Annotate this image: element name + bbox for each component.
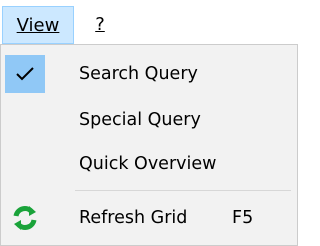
- menu-item-search-query-label: Search Query: [79, 64, 198, 84]
- menu-item-special-query[interactable]: Special Query: [5, 101, 293, 139]
- view-dropdown-menu: Search Query Special Query Quick Overvie…: [0, 44, 298, 246]
- check-cell: [5, 55, 45, 93]
- menubar-item-help-label: ?: [95, 14, 105, 35]
- menu-bar: View ?: [0, 0, 298, 46]
- menubar-item-view-label: View: [16, 15, 60, 36]
- menu-item-special-query-label: Special Query: [79, 110, 201, 130]
- checkmark-icon: [16, 67, 34, 81]
- menu-separator: [75, 190, 291, 191]
- menu-item-quick-overview-label: Quick Overview: [79, 154, 217, 174]
- menu-item-refresh-grid-label: Refresh Grid: [79, 208, 188, 228]
- menu-item-search-query[interactable]: Search Query: [5, 55, 293, 93]
- refresh-icon-cell: [5, 199, 45, 237]
- menu-item-refresh-grid[interactable]: Refresh Grid F5: [5, 199, 293, 237]
- menubar-item-help[interactable]: ?: [86, 6, 114, 44]
- menubar-item-view[interactable]: View: [2, 6, 74, 44]
- menu-item-refresh-grid-shortcut: F5: [232, 208, 254, 228]
- menu-item-quick-overview[interactable]: Quick Overview: [5, 145, 293, 183]
- refresh-icon: [13, 206, 37, 230]
